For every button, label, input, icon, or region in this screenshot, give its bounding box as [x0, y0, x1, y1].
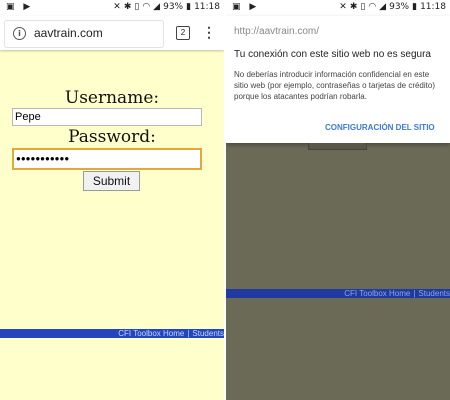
username-label: Username:: [64, 88, 160, 108]
username-input[interactable]: [12, 108, 202, 126]
clock: 11:18: [420, 2, 446, 12]
footer-link-cfi-toolbox-home[interactable]: CFI Toolbox Home: [118, 329, 184, 338]
footer-link-students[interactable]: Students: [418, 289, 450, 298]
footer-link-students[interactable]: Students: [192, 329, 224, 338]
info-icon[interactable]: i: [13, 27, 26, 40]
connection-security-popup: http://aavtrain.com/ Tu conexión con est…: [226, 16, 450, 143]
footer-separator: |: [187, 329, 190, 338]
footer-separator: |: [413, 289, 416, 298]
popup-url: http://aavtrain.com/: [234, 26, 320, 37]
popup-description: No deberías introducir información confi…: [234, 70, 435, 101]
browser-toolbar: i aavtrain.com 2 ⋮: [0, 16, 224, 50]
battery-percent: 93%: [163, 2, 184, 12]
right-screen: ▣ ▶ ✕ ✱ ▯ ◠ ◢ 93% ▮ 11:18 http://aavtrain.com/ …: [226, 0, 450, 400]
address-bar[interactable]: i aavtrain.com: [4, 20, 164, 48]
battery-percent: 93%: [389, 2, 410, 12]
signal-icon: ◢: [153, 2, 161, 12]
signal-icon: ◢: [379, 2, 387, 12]
wifi-icon: ◠: [142, 2, 151, 12]
site-settings-link[interactable]: CONFIGURACIÓN DEL SITIO: [325, 123, 435, 132]
popup-title: Tu conexión con este sitio web no es seg…: [234, 49, 431, 60]
notification-icons: ▣ ▶: [6, 2, 34, 12]
bluetooth-icon: ✱: [349, 2, 358, 12]
clock: 11:18: [194, 2, 220, 12]
overflow-menu-icon[interactable]: ⋮: [202, 25, 216, 41]
password-input[interactable]: ●●●●●●●●●●●: [12, 148, 202, 170]
status-bar: ▣ ▶ ✕ ✱ ▯ ◠ ◢ 93% ▮ 11:18: [0, 0, 224, 16]
status-icons: ✕ ✱ ▯ ◠ ◢ 93% ▮ 11:18: [110, 2, 220, 12]
submit-button[interactable]: Submit: [83, 171, 140, 191]
bluetooth-icon: ✱: [123, 2, 132, 12]
notification-icons: ▣ ▶: [232, 2, 260, 12]
sound-off-icon: ✕: [339, 2, 347, 12]
vibrate-icon: ▯: [360, 2, 366, 12]
status-icons: ✕ ✱ ▯ ◠ ◢ 93% ▮ 11:18: [336, 2, 446, 12]
dimmed-submit-button: [308, 143, 367, 150]
wifi-icon: ◠: [368, 2, 377, 12]
footer-link-cfi-toolbox-home[interactable]: CFI Toolbox Home: [344, 289, 410, 298]
password-label: Password:: [68, 127, 156, 147]
tab-switcher-button[interactable]: 2: [176, 26, 190, 40]
address-bar-url[interactable]: aavtrain.com: [34, 26, 103, 40]
sound-off-icon: ✕: [113, 2, 121, 12]
footer-nav: CFI Toolbox Home | Students: [226, 289, 450, 298]
left-screen: ▣ ▶ ✕ ✱ ▯ ◠ ◢ 93% ▮ 11:18 i aavtrain.com 2 ⋮ Us…: [0, 0, 224, 400]
status-bar: ▣ ▶ ✕ ✱ ▯ ◠ ◢ 93% ▮ 11:18: [226, 0, 450, 16]
battery-icon: ▮: [412, 2, 418, 12]
battery-icon: ▮: [186, 2, 192, 12]
vibrate-icon: ▯: [134, 2, 140, 12]
footer-nav: CFI Toolbox Home | Students: [0, 329, 224, 338]
